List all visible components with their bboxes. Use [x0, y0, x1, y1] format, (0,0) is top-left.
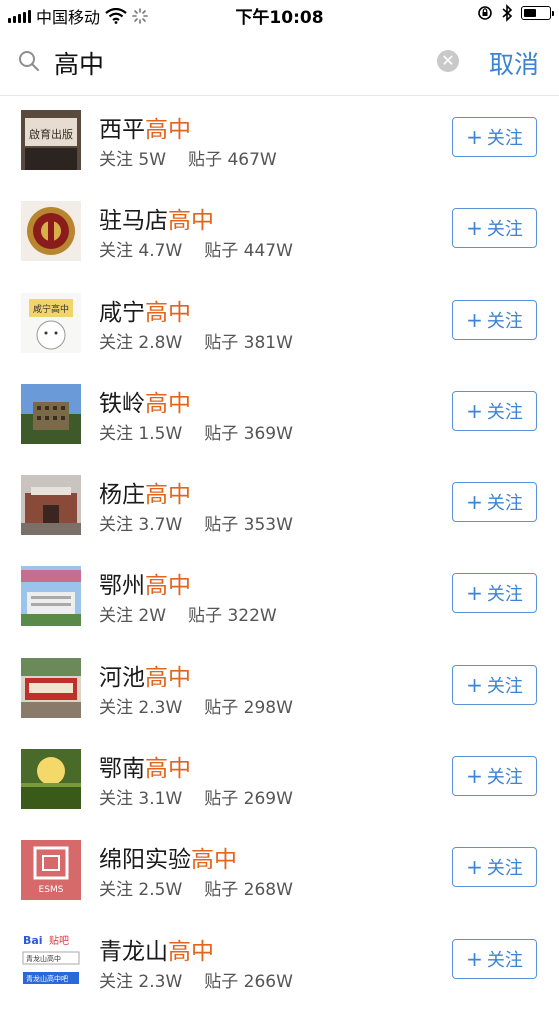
forum-stats: 关注 4.7W 贴子 447W: [99, 241, 293, 262]
forum-avatar: [21, 657, 81, 718]
forum-name: 青龙山高中: [99, 938, 214, 965]
forum-avatar: 啟育出版: [21, 110, 81, 170]
forum-stats: 关注 3.1W 贴子 269W: [99, 789, 293, 810]
forum-stats: 关注 2.5W 贴子 268W: [99, 880, 293, 901]
forum-name: 西平高中: [99, 117, 191, 143]
bluetooth-icon: [502, 4, 513, 22]
follow-button[interactable]: + 关注: [452, 482, 537, 523]
avatar-text: 青龙山高中吧: [26, 974, 68, 983]
orientation-lock-icon: [478, 6, 492, 20]
status-time: 下午10:08: [235, 8, 324, 28]
forum-stats: 关注 3.7W 贴子 353W: [99, 515, 293, 536]
list-item[interactable]: 铁岭高中 关注 1.5W 贴子 369W + 关注: [0, 370, 559, 461]
list-item[interactable]: 咸宁高中 咸宁高中 关注 2.8W 贴子 381W + 关注: [0, 279, 559, 370]
follow-button[interactable]: + 关注: [452, 847, 537, 888]
list-item[interactable]: 河池高中 关注 2.3W 贴子 298W + 关注: [0, 644, 559, 735]
follow-button[interactable]: + 关注: [452, 756, 537, 797]
list-item[interactable]: 啟育出版 西平高中 关注 5W 贴子 467W + 关注: [0, 96, 559, 187]
cancel-button[interactable]: 取消: [489, 45, 539, 81]
forum-name: 绵阳实验高中: [99, 847, 237, 874]
forum-name: 杨庄高中: [99, 482, 191, 509]
follow-button[interactable]: + 关注: [452, 208, 537, 249]
forum-avatar: Bai 贴吧 青龙山高中 青龙山高中吧: [21, 931, 81, 992]
forum-avatar: [21, 749, 81, 810]
forum-stats: 关注 5W 贴子 467W: [99, 150, 277, 170]
avatar-text: 啟育出版: [29, 127, 73, 141]
forum-stats: 关注 1.5W 贴子 369W: [99, 423, 293, 444]
avatar-text: Bai: [23, 934, 43, 947]
forum-name: 铁岭高中: [99, 390, 191, 417]
forum-name: 鄂州高中: [99, 573, 191, 600]
list-item[interactable]: 鄂州高中 关注 2W 贴子 322W + 关注: [0, 552, 559, 643]
follow-button[interactable]: + 关注: [452, 573, 537, 614]
follow-button[interactable]: + 关注: [452, 299, 537, 340]
search-bar: 高中 ✕ 取消: [0, 30, 559, 96]
list-item[interactable]: 杨庄高中 关注 3.7W 贴子 353W + 关注: [0, 461, 559, 552]
forum-avatar: ESMS: [21, 840, 81, 901]
follow-button[interactable]: + 关注: [452, 390, 537, 431]
forum-name: 咸宁高中: [99, 299, 191, 326]
forum-avatar: [21, 566, 81, 627]
list-item[interactable]: Bai 贴吧 青龙山高中 青龙山高中吧 青龙山高中 关注 2.3W 贴子 266W…: [0, 918, 559, 1009]
follow-button[interactable]: + 关注: [452, 117, 537, 157]
search-input[interactable]: 高中: [54, 45, 104, 81]
clear-search-icon[interactable]: ✕: [437, 50, 459, 72]
follow-button[interactable]: + 关注: [452, 664, 537, 705]
battery-icon: [521, 6, 554, 20]
forum-avatar: [21, 383, 81, 444]
list-item[interactable]: ESMS 绵阳实验高中 关注 2.5W 贴子 268W + 关注: [0, 826, 559, 917]
forum-stats: 关注 2.8W 贴子 381W: [99, 332, 293, 353]
list-item[interactable]: 驻马店高中 关注 4.7W 贴子 447W + 关注: [0, 187, 559, 278]
forum-stats: 关注 2W 贴子 322W: [99, 606, 277, 627]
avatar-text: 青龙山高中: [26, 954, 61, 963]
forum-avatar: [21, 201, 81, 262]
follow-button[interactable]: + 关注: [452, 938, 537, 979]
forum-name: 河池高中: [99, 664, 191, 691]
forum-stats: 关注 2.3W 贴子 266W: [99, 971, 293, 992]
forum-stats: 关注 2.3W 贴子 298W: [99, 697, 293, 718]
forum-name: 鄂南高中: [99, 756, 191, 783]
search-icon: [19, 51, 39, 71]
avatar-text: 咸宁高中: [33, 303, 69, 315]
result-list: 啟育出版 西平高中 关注 5W 贴子 467W + 关注 驻马店高中 关注 4.7W…: [0, 96, 559, 1009]
forum-avatar: 咸宁高中: [21, 292, 81, 353]
status-bar: 中国移动 下午10:08: [0, 0, 559, 30]
list-item[interactable]: 鄂南高中 关注 3.1W 贴子 269W + 关注: [0, 735, 559, 826]
status-right: [477, 4, 554, 22]
avatar-text: ESMS: [39, 885, 64, 895]
forum-name: 驻马店高中: [99, 208, 214, 235]
avatar-text: 贴吧: [49, 934, 69, 947]
forum-avatar: [21, 475, 81, 536]
